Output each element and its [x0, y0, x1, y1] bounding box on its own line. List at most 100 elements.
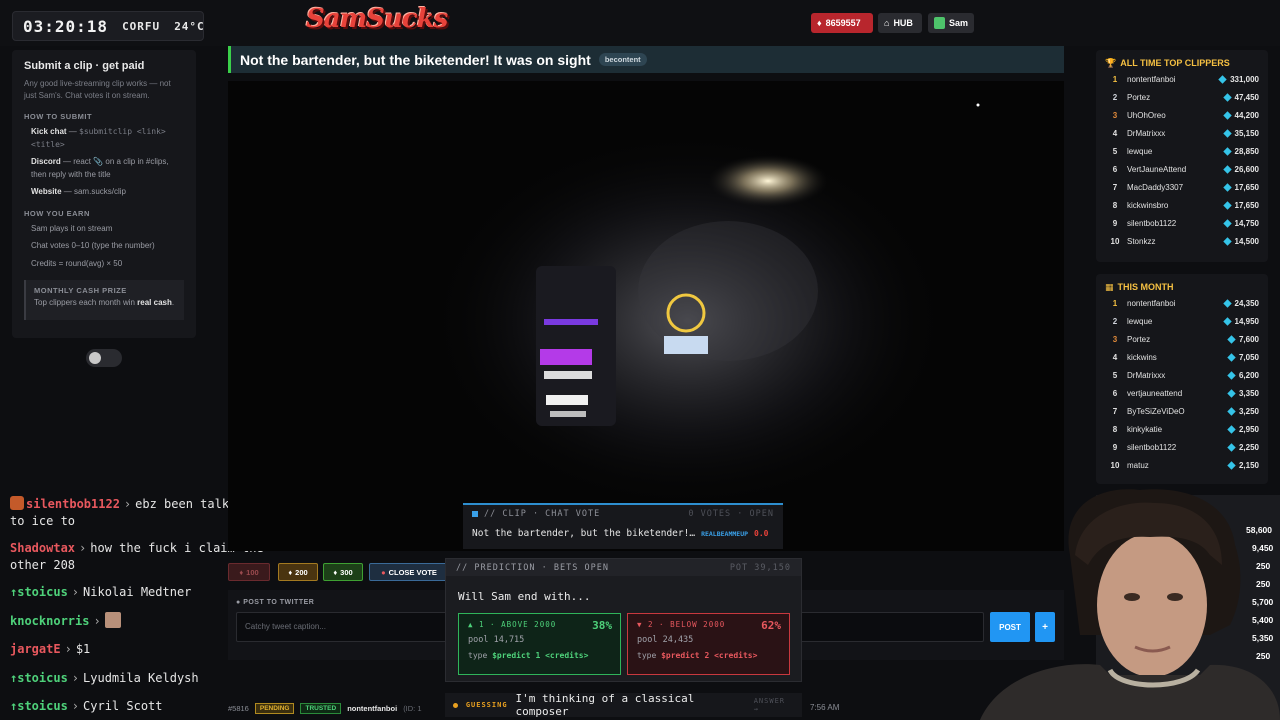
theme-toggle[interactable]: [86, 349, 122, 367]
clip-submitter: nontentfanboi: [347, 703, 398, 713]
leaderboard-rank: 10: [1110, 460, 1120, 470]
leaderboard-row[interactable]: 6 vertjauneattend 3,350: [1105, 384, 1259, 402]
leaderboard-name: matuz: [1127, 460, 1149, 470]
leaderboard-value: 2,150: [1238, 460, 1259, 470]
clip-time: 7:56 AM: [810, 703, 840, 712]
leaderboard-name: vertjauneattend: [1127, 388, 1183, 398]
site-logo[interactable]: SamSucks: [306, 4, 448, 40]
all-time-leaderboard: 🏆 ALL TIME TOP CLIPPERS 1 nontentfanboi 331…: [1096, 50, 1268, 262]
vote-200-button[interactable]: ♦ 200: [278, 563, 318, 581]
gem-icon: [1222, 128, 1232, 138]
earn-step: Chat votes 0–10 (type the number): [31, 241, 155, 250]
gem-icon: ♦: [333, 567, 338, 577]
leaderboard-row[interactable]: 5 DrMatrixxx 6,200: [1105, 366, 1259, 384]
leaderboard-row[interactable]: 9 silentbob1122 14,750: [1105, 214, 1259, 232]
clip-vote-title: Not the bartender, but the biketender!…: [472, 528, 696, 539]
panel-title: Submit a clip · get paid: [24, 60, 145, 72]
leaderboard-name: nontentfanboi: [1127, 74, 1176, 84]
leaderboard-row[interactable]: 6 VertJauneAttend 26,600: [1105, 160, 1259, 178]
vote-300-button[interactable]: ♦ 300: [323, 563, 363, 581]
gem-icon: [1227, 442, 1236, 452]
gems-balance-button[interactable]: ♦ 8659557: [811, 13, 873, 33]
gem-icon: ♦: [288, 567, 293, 577]
guess-answer-link[interactable]: ANSWER →: [754, 697, 794, 713]
cash-prize-heading: MONTHLY CASH PRIZE: [34, 286, 127, 295]
leaderboard-rank: 8: [1112, 200, 1118, 210]
leaderboard-value: 7,600: [1238, 334, 1259, 344]
prediction-question: Will Sam end with...: [458, 590, 591, 603]
hub-button[interactable]: ⌂ HUB: [878, 13, 922, 33]
leaderboard-rank: 7: [1112, 406, 1118, 416]
panel-intro: Any good live-streaming clip works — not…: [24, 79, 171, 100]
leaderboard-row[interactable]: 10 Stonkzz 14,500: [1105, 232, 1259, 250]
leaderboard-row[interactable]: 2 Portez 47,450: [1105, 88, 1259, 106]
leaderboard-row[interactable]: 4 DrMatrixxx 35,150: [1105, 124, 1259, 142]
gems-balance: 8659557: [825, 18, 861, 28]
gem-icon: [1222, 218, 1232, 228]
gem-icon: [1227, 388, 1236, 398]
clock-widget: 03:20:18 CORFU 24°C: [12, 11, 204, 41]
leaderboard-rank: 10: [1110, 236, 1120, 246]
clip-video-player[interactable]: [228, 81, 1064, 551]
clip-vote-status: 0 VOTES · OPEN: [688, 508, 774, 519]
gem-icon: [1222, 164, 1232, 174]
leaderboard-value: 17,650: [1234, 200, 1259, 210]
user-menu-button[interactable]: Sam: [928, 13, 974, 33]
option-command: type $predict 1 <credits>: [468, 651, 589, 660]
guessing-bar: GUESSING I'm thinking of a classical com…: [445, 692, 802, 718]
leaderboard-row[interactable]: 1 nontentfanboi 24,350: [1105, 294, 1259, 312]
gem-icon: [1222, 316, 1232, 326]
leaderboard-name: lewque: [1127, 316, 1153, 326]
toggle-knob: [89, 352, 101, 364]
submit-discord: Discord — react 📎 on a clip in #clips, t…: [31, 157, 169, 179]
leaderboard-value: 2,950: [1238, 424, 1259, 434]
leaderboard-row[interactable]: 2 lewque 14,950: [1105, 312, 1259, 330]
leaderboard-name: nontentfanboi: [1127, 298, 1176, 308]
leaderboard-rank: 1: [1112, 74, 1118, 84]
leaderboard-row[interactable]: 4 kickwins 7,050: [1105, 348, 1259, 366]
leaderboard-rank: 9: [1112, 442, 1118, 452]
gem-icon: ♦: [817, 18, 822, 28]
home-icon: ⌂: [884, 18, 890, 28]
gem-icon: [1218, 74, 1227, 84]
leaderboard-value-peek: 9,450: [1252, 543, 1274, 553]
leaderboard-value-peek: 5,700: [1252, 597, 1274, 607]
earn-step: Credits = round(avg) × 50: [31, 258, 123, 268]
leaderboard-name: lewque: [1127, 146, 1153, 156]
prediction-pot: POT 39,150: [729, 562, 791, 573]
leaderboard-rank: 2: [1112, 92, 1118, 102]
leaderboard-row[interactable]: 9 silentbob1122 2,250: [1105, 438, 1259, 456]
stop-icon: ●: [381, 567, 386, 577]
gem-icon: [1227, 334, 1236, 344]
leaderboard-row[interactable]: 3 Portez 7,600: [1105, 330, 1259, 348]
cash-prize-box: MONTHLY CASH PRIZE Top clippers each mon…: [24, 280, 184, 320]
clip-vote-score: 0.0: [754, 529, 769, 538]
clip-queue-row[interactable]: #5816 PENDING TRUSTED nontentfanboi (ID:…: [228, 699, 444, 717]
leaderboard-row[interactable]: 3 UhOhOreo 44,200: [1105, 106, 1259, 124]
gem-icon: [1222, 182, 1232, 192]
leaderboard-row[interactable]: 7 ByTeSiZeViDeO 3,250: [1105, 402, 1259, 420]
leaderboard-value-peek: 58,600: [1246, 525, 1272, 535]
leaderboard-value-peek: 5,350: [1252, 633, 1274, 643]
prediction-option-above[interactable]: ▲ 1 · ABOVE 2000 38% pool 14,715 type $p…: [458, 613, 621, 675]
leaderboard-rank: 4: [1112, 352, 1118, 362]
vote-100-button[interactable]: ♦ 100: [228, 563, 270, 581]
leaderboard-row[interactable]: 5 lewque 28,850: [1105, 142, 1259, 160]
calendar-icon: ▦: [1105, 281, 1114, 292]
leaderboard-row[interactable]: 8 kinkykatie 2,950: [1105, 420, 1259, 438]
leaderboard-name: Portez: [1127, 92, 1151, 102]
leaderboard-row[interactable]: 8 kickwinsbro 17,650: [1105, 196, 1259, 214]
leaderboard-row[interactable]: 1 nontentfanboi 331,000: [1105, 70, 1259, 88]
clip-source-tag[interactable]: becontent: [598, 53, 647, 66]
clip-id: #5816: [228, 703, 249, 713]
guess-label: GUESSING: [465, 701, 508, 709]
leaderboard-row[interactable]: 7 MacDaddy3307 17,650: [1105, 178, 1259, 196]
leaderboard-value: 3,350: [1238, 388, 1259, 398]
leaderboard-name: Stonkzz: [1127, 236, 1156, 246]
emote-icon: [104, 612, 121, 628]
leaderboard-row[interactable]: 10 matuz 2,150: [1105, 456, 1259, 474]
prediction-option-below[interactable]: ▼ 2 · BELOW 2000 62% pool 24,435 type $p…: [627, 613, 790, 675]
leaderboard-name: DrMatrixxx: [1127, 370, 1166, 380]
leaderboard-value: 24,350: [1234, 298, 1259, 308]
close-vote-button[interactable]: ● CLOSE VOTE: [369, 563, 449, 581]
